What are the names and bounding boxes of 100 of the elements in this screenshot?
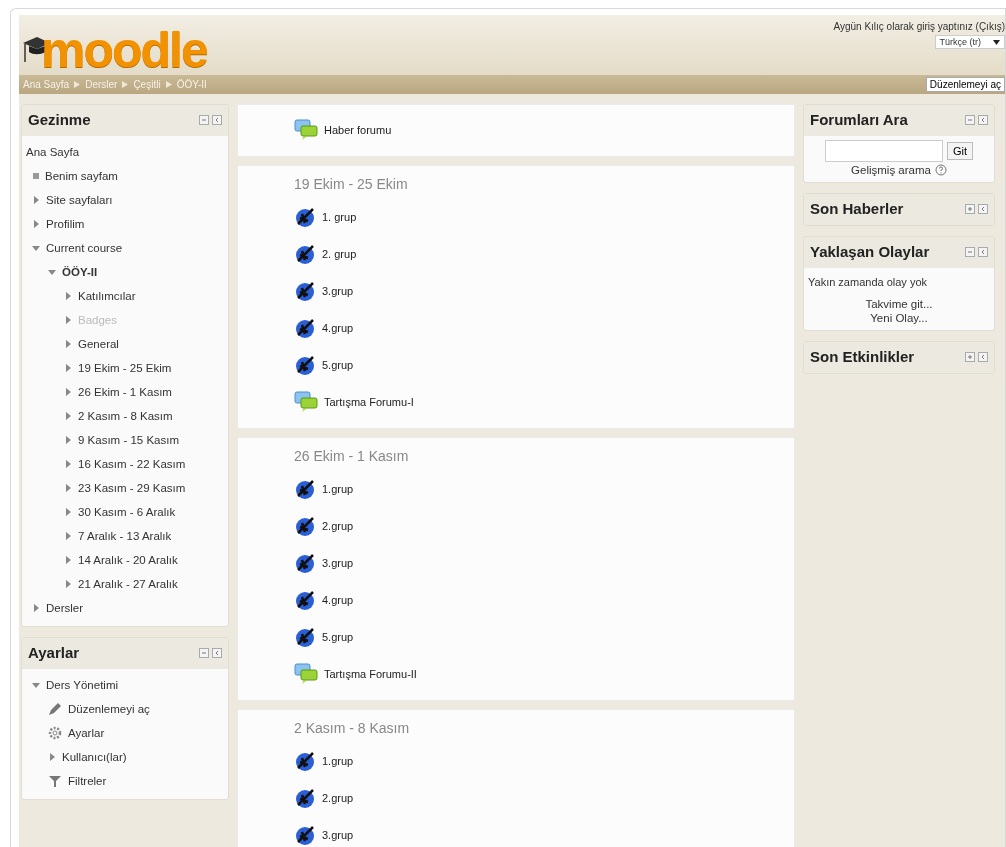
activity-link[interactable]: 5.grup xyxy=(322,358,354,371)
collapsed-arrow-icon[interactable] xyxy=(64,508,72,516)
activity-link[interactable]: 3.grup xyxy=(322,828,354,841)
dock-icon[interactable] xyxy=(978,114,988,125)
collapsed-arrow-icon[interactable] xyxy=(32,196,40,204)
section-title: 2 Kasım - 8 Kasım xyxy=(294,720,411,736)
nav-item[interactable]: Ders Yönetimi xyxy=(46,676,118,694)
bullet-icon xyxy=(33,173,39,179)
expand-icon[interactable] xyxy=(965,351,975,362)
collapsed-arrow-icon[interactable] xyxy=(64,412,72,420)
group-activity-icon xyxy=(294,353,316,376)
nav-item[interactable]: 30 Kasım - 6 Aralık xyxy=(78,503,176,521)
block-title: Ayarlar xyxy=(28,644,80,661)
login-info: Aygün Kılıç olarak giriş yaptınız (Çıkış) xyxy=(833,21,1005,32)
activity-link[interactable]: 1. grup xyxy=(322,210,357,223)
dropdown-arrow-icon xyxy=(993,39,1000,45)
nav-item[interactable]: 23 Kasım - 29 Kasım xyxy=(78,479,186,497)
go-button[interactable]: Git xyxy=(946,142,974,160)
collapsed-arrow-icon[interactable] xyxy=(64,484,72,492)
collapsed-arrow-icon[interactable] xyxy=(64,532,72,540)
activity-link[interactable]: 2. grup xyxy=(322,247,357,260)
nav-item[interactable]: Ana Sayfa xyxy=(26,143,80,161)
nav-item[interactable]: Ayarlar xyxy=(68,724,105,742)
activity-link[interactable]: Tartışma Forumu-I xyxy=(324,395,414,408)
collapse-icon[interactable] xyxy=(965,114,975,125)
separator-icon xyxy=(74,81,81,88)
edit-mode-button[interactable]: Düzenlemeyi aç xyxy=(925,77,1005,92)
group-activity-icon xyxy=(294,514,316,537)
collapsed-arrow-icon[interactable] xyxy=(48,753,56,761)
group-activity-icon xyxy=(294,823,316,846)
nav-item[interactable]: 16 Kasım - 22 Kasım xyxy=(78,455,186,473)
event-link[interactable]: Takvime git... xyxy=(865,298,933,310)
filter-icon xyxy=(48,774,62,788)
nav-item[interactable]: General xyxy=(78,335,119,353)
collapse-icon[interactable] xyxy=(199,647,209,658)
event-link[interactable]: Yeni Olay... xyxy=(870,312,928,324)
activity-link[interactable]: 2.grup xyxy=(322,791,354,804)
nav-item[interactable]: Filtreler xyxy=(68,772,107,790)
collapsed-arrow-icon[interactable] xyxy=(64,340,72,348)
nav-item[interactable]: Kullanıcı(lar) xyxy=(62,748,127,766)
collapsed-arrow-icon[interactable] xyxy=(64,556,72,564)
expanded-arrow-icon[interactable] xyxy=(32,244,40,252)
collapsed-arrow-icon[interactable] xyxy=(32,220,40,228)
collapse-icon[interactable] xyxy=(965,246,975,257)
collapsed-arrow-icon[interactable] xyxy=(64,388,72,396)
collapsed-arrow-icon[interactable] xyxy=(64,436,72,444)
activity-link[interactable]: Haber forumu xyxy=(324,123,392,136)
collapsed-arrow-icon[interactable] xyxy=(32,604,40,612)
block-title: Son Haberler xyxy=(810,200,904,217)
separator-icon xyxy=(165,81,172,88)
gear-icon xyxy=(48,726,62,740)
collapsed-arrow-icon[interactable] xyxy=(64,292,72,300)
nav-item[interactable]: Site sayfaları xyxy=(46,191,113,209)
forum-icon xyxy=(294,390,318,413)
group-activity-icon xyxy=(294,749,316,772)
collapsed-arrow-icon[interactable] xyxy=(64,460,72,468)
expanded-arrow-icon[interactable] xyxy=(32,681,40,689)
separator-icon xyxy=(122,81,129,88)
advanced-search-link[interactable]: Gelişmiş arama xyxy=(851,164,931,176)
collapse-icon[interactable] xyxy=(199,114,209,125)
dock-icon[interactable] xyxy=(212,647,222,658)
nav-item[interactable]: 26 Ekim - 1 Kasım xyxy=(78,383,172,401)
nav-item[interactable]: 21 Aralık - 27 Aralık xyxy=(78,575,178,593)
nav-item[interactable]: Dersler xyxy=(46,599,84,617)
group-activity-icon xyxy=(294,477,316,500)
activity-link[interactable]: 4.grup xyxy=(322,593,354,606)
collapsed-arrow-icon[interactable] xyxy=(64,580,72,588)
activity-link[interactable]: 2.grup xyxy=(322,519,354,532)
activity-link[interactable]: 4.grup xyxy=(322,321,354,334)
nav-item[interactable]: Düzenlemeyi aç xyxy=(68,700,150,718)
group-activity-icon xyxy=(294,316,316,339)
forum-icon xyxy=(294,118,318,141)
activity-link[interactable]: 1.grup xyxy=(322,754,354,767)
search-field[interactable] xyxy=(824,140,943,162)
nav-item[interactable]: 2 Kasım - 8 Kasım xyxy=(78,407,173,425)
expanded-arrow-icon[interactable] xyxy=(48,268,56,276)
dock-icon[interactable] xyxy=(978,246,988,257)
nav-item[interactable]: 14 Aralık - 20 Aralık xyxy=(78,551,178,569)
nav-item[interactable]: Profilim xyxy=(46,215,85,233)
nav-item[interactable]: ÖÖY-II xyxy=(62,263,98,281)
expand-icon[interactable] xyxy=(965,203,975,214)
activity-link[interactable]: 5.grup xyxy=(322,630,354,643)
help-icon[interactable] xyxy=(934,164,947,176)
nav-item[interactable]: 7 Aralık - 13 Aralık xyxy=(78,527,172,545)
activity-link[interactable]: 3.grup xyxy=(322,556,354,569)
nav-item[interactable]: Current course xyxy=(46,239,123,257)
nav-item[interactable]: 9 Kasım - 15 Kasım xyxy=(78,431,179,449)
nav-item[interactable]: Katılımcılar xyxy=(78,287,136,305)
nav-item[interactable]: 19 Ekim - 25 Ekim xyxy=(78,359,172,377)
activity-link[interactable]: 3.grup xyxy=(322,284,354,297)
block-title: Forumları Ara xyxy=(810,111,908,128)
nav-item[interactable]: Benim sayfam xyxy=(45,167,118,185)
collapsed-arrow-icon[interactable] xyxy=(64,364,72,372)
activity-link[interactable]: 1.grup xyxy=(322,482,354,495)
activity-link[interactable]: Tartışma Forumu-II xyxy=(324,667,417,680)
dock-icon[interactable] xyxy=(978,351,988,362)
group-activity-icon xyxy=(294,625,316,648)
language-select[interactable]: Türkçe (tr) xyxy=(934,35,1005,49)
dock-icon[interactable] xyxy=(212,114,222,125)
dock-icon[interactable] xyxy=(978,203,988,214)
